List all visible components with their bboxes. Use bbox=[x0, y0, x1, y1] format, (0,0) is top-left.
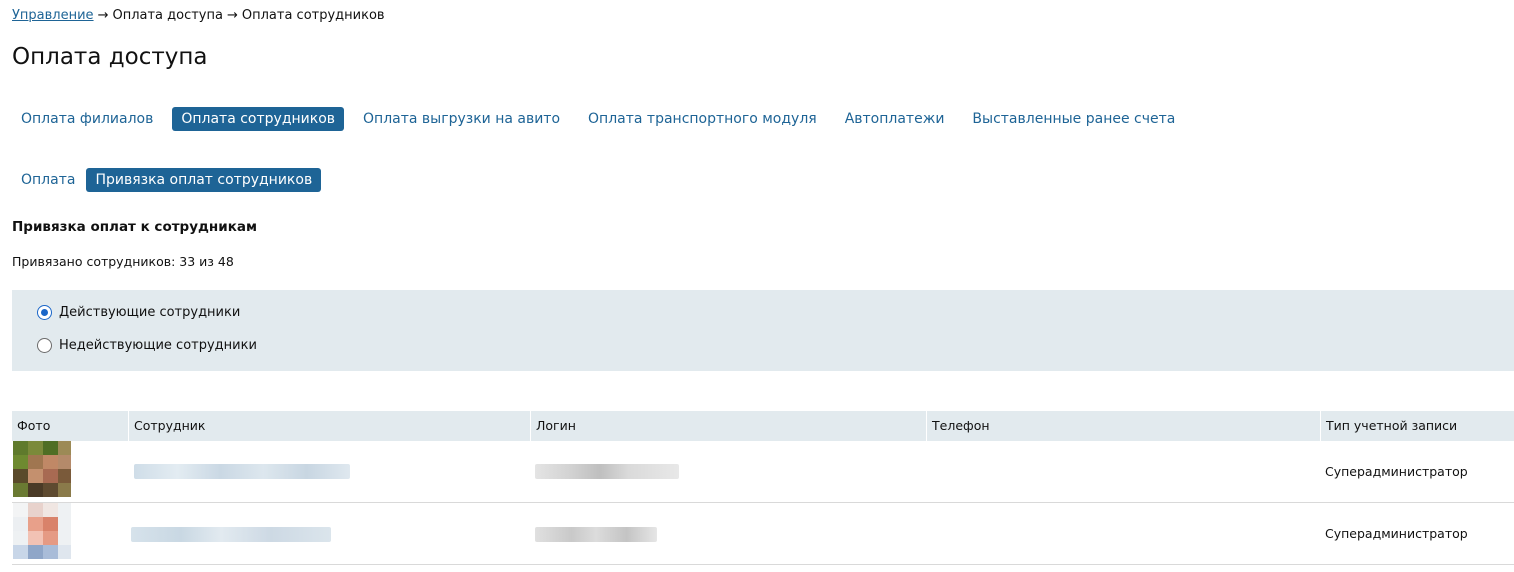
breadcrumb-link-management[interactable]: Управление bbox=[12, 8, 94, 23]
tab-autopayments[interactable]: Автоплатежи bbox=[836, 107, 954, 131]
page-title: Оплата доступа bbox=[12, 44, 208, 70]
breadcrumb-separator: → bbox=[226, 8, 238, 23]
avatar bbox=[13, 503, 71, 559]
radio-inactive-employees[interactable]: Недействующие сотрудники bbox=[37, 338, 257, 353]
section-title: Привязка оплат к сотрудникам bbox=[12, 219, 257, 235]
radio-button-unchecked[interactable] bbox=[37, 338, 52, 353]
radio-label: Недействующие сотрудники bbox=[59, 338, 257, 353]
redacted-employee-name bbox=[134, 464, 350, 479]
column-header-photo: Фото bbox=[17, 418, 51, 433]
photo-cell bbox=[12, 441, 128, 502]
table-row[interactable]: Суперадминистратор bbox=[12, 441, 1514, 503]
breadcrumb-separator: → bbox=[97, 8, 109, 23]
sub-tabs: Оплата Привязка оплат сотрудников bbox=[12, 168, 322, 192]
column-header-account-type: Тип учетной записи bbox=[1320, 411, 1514, 441]
employee-name-cell[interactable] bbox=[128, 441, 530, 502]
tab-employee-payment[interactable]: Оплата сотрудников bbox=[172, 107, 345, 131]
table-row[interactable]: Суперадминистратор bbox=[12, 503, 1514, 565]
employees-table: Фото Сотрудник Логин Телефон Тип учетной… bbox=[12, 411, 1514, 565]
phone-cell bbox=[926, 441, 1320, 502]
radio-label: Действующие сотрудники bbox=[59, 305, 241, 320]
photo-cell bbox=[12, 503, 128, 564]
tab-transport-module-payment[interactable]: Оплата транспортного модуля bbox=[579, 107, 826, 131]
radio-active-employees[interactable]: Действующие сотрудники bbox=[37, 305, 240, 320]
subtab-employee-payment-binding[interactable]: Привязка оплат сотрудников bbox=[86, 168, 322, 192]
tab-branch-payment[interactable]: Оплата филиалов bbox=[12, 107, 162, 131]
login-cell bbox=[530, 503, 926, 564]
breadcrumb-item-current: Оплата сотрудников bbox=[241, 8, 385, 23]
redacted-login bbox=[535, 464, 679, 479]
radio-button-checked[interactable] bbox=[37, 305, 52, 320]
redacted-login bbox=[535, 527, 657, 542]
subtab-payment[interactable]: Оплата bbox=[12, 168, 84, 192]
employee-name-cell[interactable] bbox=[128, 503, 530, 564]
column-header-employee: Сотрудник bbox=[128, 411, 530, 441]
bound-employees-counter: Привязано сотрудников: 33 из 48 bbox=[12, 254, 234, 269]
breadcrumb-item-access-payment: Оплата доступа bbox=[112, 8, 223, 23]
redacted-employee-name bbox=[131, 527, 331, 542]
tab-avito-export-payment[interactable]: Оплата выгрузки на авито bbox=[354, 107, 569, 131]
column-header-phone: Телефон bbox=[926, 411, 1320, 441]
employee-status-filter: Действующие сотрудники Недействующие сот… bbox=[12, 290, 1514, 371]
table-header: Фото Сотрудник Логин Телефон Тип учетной… bbox=[12, 411, 1514, 441]
account-type-cell: Суперадминистратор bbox=[1325, 526, 1468, 541]
avatar bbox=[13, 441, 71, 497]
login-cell bbox=[530, 441, 926, 502]
column-header-login: Логин bbox=[530, 411, 926, 441]
account-type-cell: Суперадминистратор bbox=[1325, 464, 1468, 479]
breadcrumb: Управление → Оплата доступа → Оплата сотрудн… bbox=[12, 7, 385, 25]
phone-cell bbox=[926, 503, 1320, 564]
tab-issued-invoices[interactable]: Выставленные ранее счета bbox=[963, 107, 1184, 131]
main-tabs: Оплата филиалов Оплата сотрудников Оплат… bbox=[12, 107, 1186, 131]
